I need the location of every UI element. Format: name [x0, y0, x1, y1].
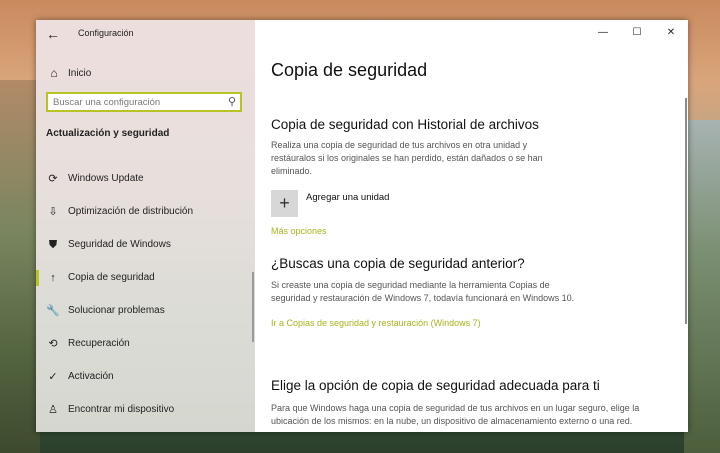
titlebar-left: ← Configuración: [36, 20, 255, 48]
wrench-icon: 🔧: [46, 304, 60, 317]
backup-arrow-icon: ↑: [50, 271, 56, 284]
sidebar-item-label: Windows Update: [68, 173, 144, 184]
home-icon: ⌂: [50, 66, 58, 80]
sidebar-nav: ⟳ Windows Update ⇩ Optimización de distr…: [36, 162, 255, 426]
older-backup-heading: ¿Buscas una copia de seguridad anterior?: [271, 256, 525, 271]
sidebar-item-troubleshoot[interactable]: 🔧 Solucionar problemas: [36, 294, 255, 327]
search-input[interactable]: Buscar una configuración ⚲: [46, 92, 242, 112]
main-content: — ☐ ✕ Copia de seguridad Copia de seguri…: [255, 20, 688, 432]
sidebar-item-label: Encontrar mi dispositivo: [68, 404, 175, 415]
windows7-backup-link[interactable]: Ir a Copias de seguridad y restauración …: [271, 318, 481, 328]
sidebar-item-windows-update[interactable]: ⟳ Windows Update: [36, 162, 255, 195]
choose-backup-heading: Elige la opción de copia de seguridad ad…: [271, 378, 600, 393]
maximize-icon[interactable]: ☐: [620, 20, 654, 46]
download-icon: ⇩: [48, 205, 58, 218]
add-drive-button[interactable]: + Agregar una unidad: [271, 190, 389, 217]
check-circle-icon: ✓: [48, 370, 58, 383]
sidebar-item-delivery-optimization[interactable]: ⇩ Optimización de distribución: [36, 195, 255, 228]
minimize-icon[interactable]: —: [586, 20, 620, 46]
sidebar-item-label: Solucionar problemas: [68, 305, 165, 316]
section-title: Actualización y seguridad: [46, 128, 170, 139]
window-controls: — ☐ ✕: [586, 20, 688, 46]
sidebar-item-label: Optimización de distribución: [68, 206, 194, 217]
desktop-background-right: [684, 120, 720, 453]
sidebar: ← Configuración ⌂ Inicio Buscar una conf…: [36, 20, 255, 432]
shield-icon: ⛊: [48, 238, 58, 251]
file-history-heading: Copia de seguridad con Historial de arch…: [271, 117, 539, 132]
search-placeholder: Buscar una configuración: [53, 97, 161, 108]
sidebar-item-label: Activación: [68, 371, 114, 382]
file-history-description: Realiza una copia de seguridad de tus ar…: [271, 140, 543, 176]
older-backup-description: Si creaste una copia de seguridad median…: [271, 280, 575, 303]
choose-backup-description: Para que Windows haga una copia de segur…: [271, 403, 640, 426]
search-icon[interactable]: ⚲: [228, 95, 236, 108]
sidebar-item-backup[interactable]: ↑ Copia de seguridad: [36, 261, 255, 294]
more-options-link[interactable]: Más opciones: [271, 226, 327, 236]
home-nav-item[interactable]: ⌂ Inicio: [46, 64, 246, 82]
sidebar-item-activation[interactable]: ✓ Activación: [36, 360, 255, 393]
sidebar-item-label: Recuperación: [68, 338, 130, 349]
sidebar-item-label: Copia de seguridad: [68, 272, 155, 283]
plus-icon: +: [271, 190, 298, 217]
main-scrollbar[interactable]: [685, 98, 687, 324]
sidebar-scrollbar[interactable]: [252, 272, 254, 342]
person-location-icon: ♙: [48, 403, 58, 416]
sidebar-item-recovery[interactable]: ⟲ Recuperación: [36, 327, 255, 360]
sidebar-item-label: Seguridad de Windows: [68, 239, 171, 250]
desktop-background-left: [0, 80, 40, 453]
add-drive-label: Agregar una unidad: [306, 192, 390, 203]
recovery-icon: ⟲: [48, 337, 58, 350]
settings-window: ← Configuración ⌂ Inicio Buscar una conf…: [36, 20, 688, 432]
page-title: Copia de seguridad: [271, 60, 428, 80]
refresh-icon: ⟳: [48, 172, 58, 185]
close-icon[interactable]: ✕: [654, 20, 688, 46]
sidebar-item-find-my-device[interactable]: ♙ Encontrar mi dispositivo: [36, 393, 255, 426]
app-title: Configuración: [78, 28, 134, 38]
sidebar-item-windows-security[interactable]: ⛊ Seguridad de Windows: [36, 228, 255, 261]
back-arrow-icon[interactable]: ←: [44, 25, 62, 43]
home-label: Inicio: [68, 67, 92, 79]
